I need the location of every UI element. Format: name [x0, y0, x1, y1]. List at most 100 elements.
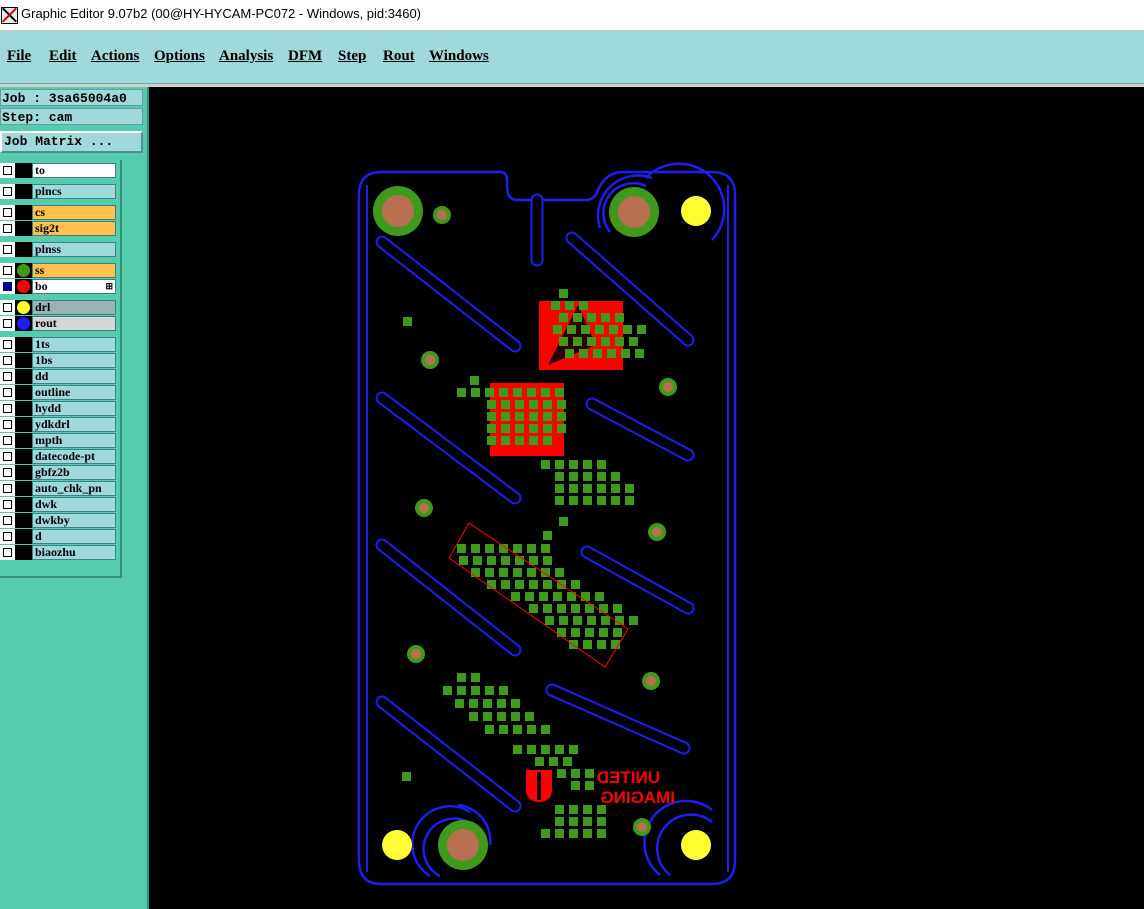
layer-color-swatch[interactable]	[15, 529, 32, 544]
layer-name[interactable]: dd	[32, 369, 116, 384]
layer-color-swatch[interactable]	[15, 279, 32, 294]
menu-dfm[interactable]: DFM	[288, 48, 322, 65]
layer-checkbox[interactable]	[0, 513, 15, 528]
layer-color-swatch[interactable]	[15, 385, 32, 400]
menu-analysis[interactable]: Analysis	[219, 48, 273, 65]
layer-name[interactable]: hydd	[32, 401, 116, 416]
layer-checkbox[interactable]	[0, 242, 15, 257]
layer-name[interactable]: ydkdrl	[32, 417, 116, 432]
layer-color-swatch[interactable]	[15, 242, 32, 257]
layer-color-swatch[interactable]	[15, 401, 32, 416]
layer-row-gbfz2b[interactable]: gbfz2b	[0, 465, 116, 480]
graphic-canvas[interactable]: UNITED IMAGING	[149, 87, 1144, 909]
layer-row-plncs[interactable]: plncs	[0, 184, 116, 199]
layer-row-plnss[interactable]: plnss	[0, 242, 116, 257]
layer-color-swatch[interactable]	[15, 353, 32, 368]
layer-checkbox[interactable]	[0, 417, 15, 432]
layer-name[interactable]: sig2t	[32, 221, 116, 236]
layer-color-swatch[interactable]	[15, 221, 32, 236]
layer-color-swatch[interactable]	[15, 163, 32, 178]
layer-name[interactable]: biaozhu	[32, 545, 116, 560]
layer-checkbox[interactable]	[0, 263, 15, 278]
layer-row-dwk[interactable]: dwk	[0, 497, 116, 512]
layer-color-swatch[interactable]	[15, 263, 32, 278]
menu-edit[interactable]: Edit	[49, 48, 77, 65]
layer-row-cs[interactable]: cs	[0, 205, 116, 220]
layer-color-swatch[interactable]	[15, 337, 32, 352]
menu-rout[interactable]: Rout	[383, 48, 415, 65]
layer-checkbox[interactable]	[0, 497, 15, 512]
layer-row-drl[interactable]: drl	[0, 300, 116, 315]
layer-checkbox[interactable]	[0, 353, 15, 368]
layer-name[interactable]: outline	[32, 385, 116, 400]
layer-row-ydkdrl[interactable]: ydkdrl	[0, 417, 116, 432]
layer-checkbox[interactable]	[0, 337, 15, 352]
menu-file[interactable]: File	[7, 48, 31, 65]
layer-row-ss[interactable]: ss	[0, 263, 116, 278]
layer-checkbox[interactable]	[0, 481, 15, 496]
layer-name[interactable]: datecode-pt	[32, 449, 116, 464]
layer-row-dd[interactable]: dd	[0, 369, 116, 384]
layer-color-swatch[interactable]	[15, 300, 32, 315]
layer-name[interactable]: cs	[32, 205, 116, 220]
layer-name[interactable]: bo ⊞	[32, 279, 116, 294]
layer-color-swatch[interactable]	[15, 513, 32, 528]
layer-color-swatch[interactable]	[15, 465, 32, 480]
layer-row-datecode-pt[interactable]: datecode-pt	[0, 449, 116, 464]
layer-name[interactable]: gbfz2b	[32, 465, 116, 480]
layer-row-auto_chk_pn[interactable]: auto_chk_pn	[0, 481, 116, 496]
layer-checkbox[interactable]	[0, 529, 15, 544]
layer-checkbox[interactable]	[0, 433, 15, 448]
layer-checkbox[interactable]	[0, 221, 15, 236]
layer-row-hydd[interactable]: hydd	[0, 401, 116, 416]
layer-checkbox[interactable]	[0, 279, 15, 294]
layer-color-swatch[interactable]	[15, 433, 32, 448]
layer-color-swatch[interactable]	[15, 449, 32, 464]
layer-checkbox[interactable]	[0, 163, 15, 178]
layer-name[interactable]: rout	[32, 316, 116, 331]
layer-checkbox[interactable]	[0, 316, 15, 331]
layer-checkbox[interactable]	[0, 545, 15, 560]
layer-checkbox[interactable]	[0, 465, 15, 480]
layer-name[interactable]: mpth	[32, 433, 116, 448]
layer-name[interactable]: plnss	[32, 242, 116, 257]
layer-color-swatch[interactable]	[15, 545, 32, 560]
layer-checkbox[interactable]	[0, 184, 15, 199]
layer-checkbox[interactable]	[0, 401, 15, 416]
layer-checkbox[interactable]	[0, 385, 15, 400]
layer-color-swatch[interactable]	[15, 497, 32, 512]
layer-row-rout[interactable]: rout	[0, 316, 116, 331]
layer-row-to[interactable]: to	[0, 163, 116, 178]
layer-name[interactable]: plncs	[32, 184, 116, 199]
layer-name[interactable]: dwkby	[32, 513, 116, 528]
menu-windows[interactable]: Windows	[429, 48, 489, 65]
layer-color-swatch[interactable]	[15, 316, 32, 331]
board-view[interactable]: UNITEDIMAGING	[149, 87, 1144, 909]
layer-name[interactable]: d	[32, 529, 116, 544]
job-matrix-button[interactable]: Job Matrix ...	[0, 131, 143, 153]
layer-name[interactable]: 1bs	[32, 353, 116, 368]
layer-row-dwkby[interactable]: dwkby	[0, 513, 116, 528]
layer-color-swatch[interactable]	[15, 417, 32, 432]
layer-checkbox[interactable]	[0, 449, 15, 464]
layer-checkbox[interactable]	[0, 205, 15, 220]
layer-row-biaozhu[interactable]: biaozhu	[0, 545, 116, 560]
layer-checkbox[interactable]	[0, 300, 15, 315]
menu-options[interactable]: Options	[154, 48, 205, 65]
layer-row-outline[interactable]: outline	[0, 385, 116, 400]
layer-color-swatch[interactable]	[15, 184, 32, 199]
layer-color-swatch[interactable]	[15, 481, 32, 496]
layer-row-d[interactable]: d	[0, 529, 116, 544]
menu-step[interactable]: Step	[338, 48, 366, 65]
menu-actions[interactable]: Actions	[91, 48, 139, 65]
layer-color-swatch[interactable]	[15, 369, 32, 384]
layer-name[interactable]: dwk	[32, 497, 116, 512]
layer-row-1bs[interactable]: 1bs	[0, 353, 116, 368]
layer-color-swatch[interactable]	[15, 205, 32, 220]
layer-name[interactable]: 1ts	[32, 337, 116, 352]
layer-name[interactable]: auto_chk_pn	[32, 481, 116, 496]
layer-row-sig2t[interactable]: sig2t	[0, 221, 116, 236]
layer-name[interactable]: drl	[32, 300, 116, 315]
layer-row-mpth[interactable]: mpth	[0, 433, 116, 448]
layer-row-1ts[interactable]: 1ts	[0, 337, 116, 352]
